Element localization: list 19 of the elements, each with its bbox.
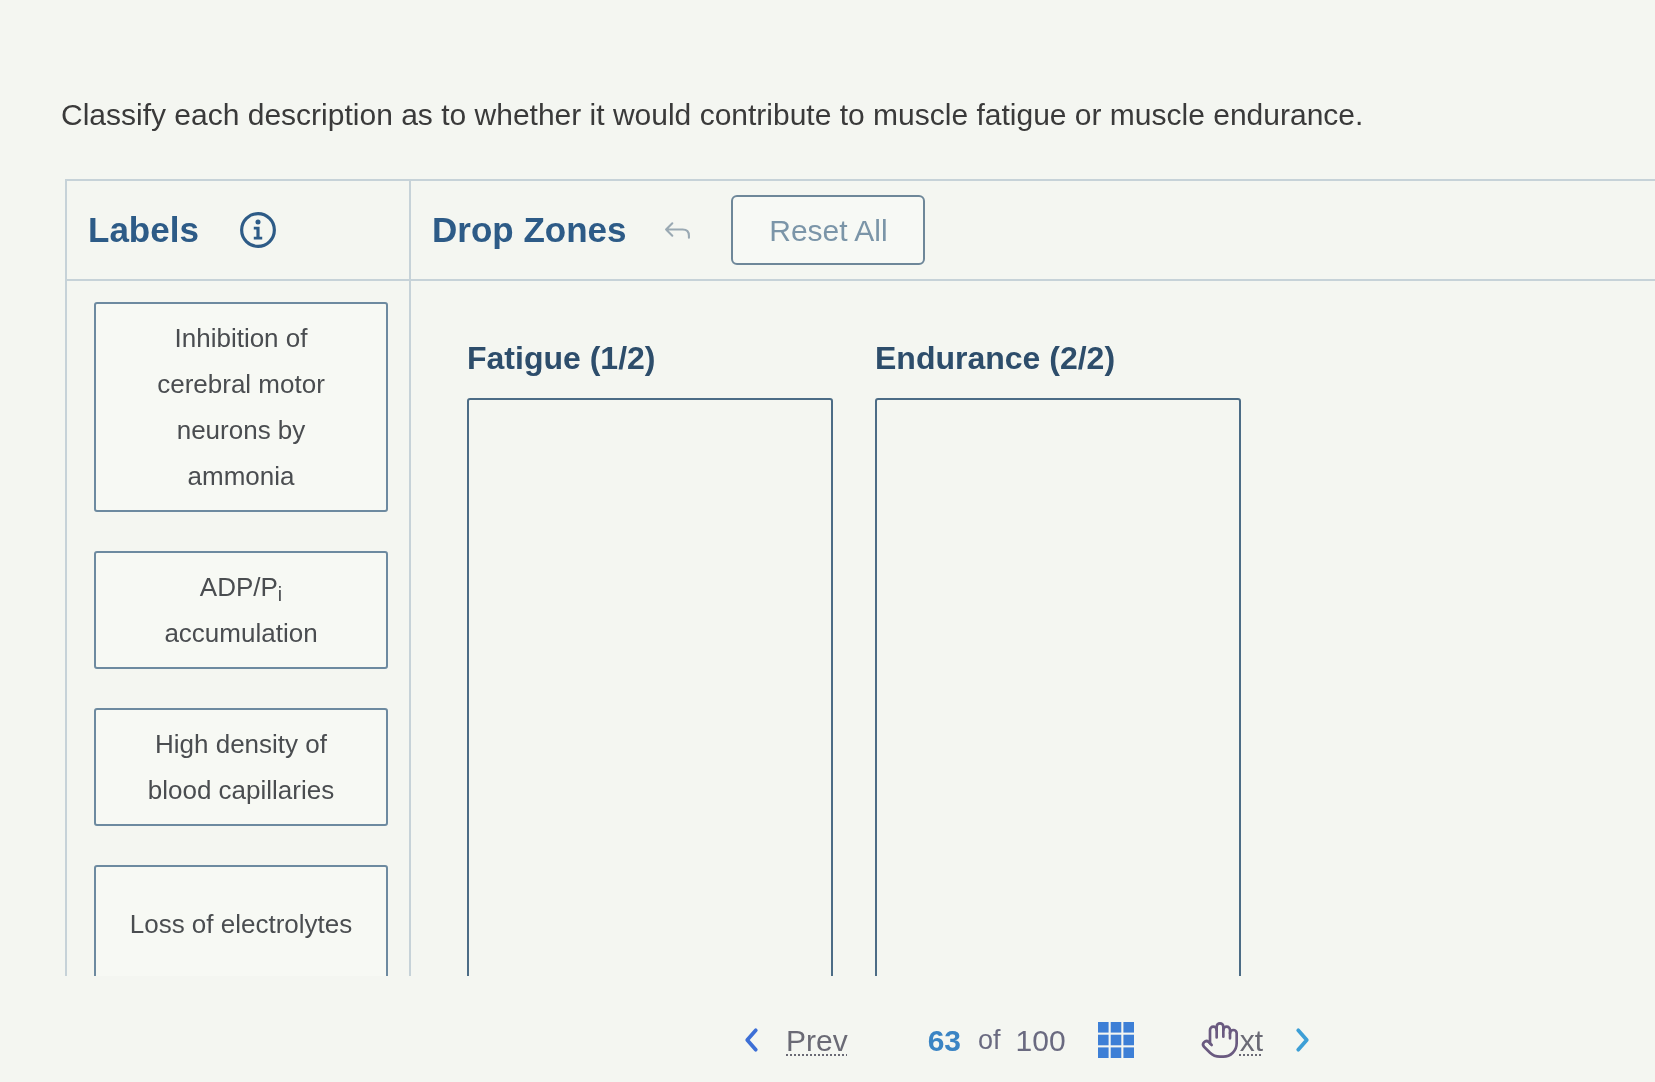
label-card[interactable]: ADP/P$_{i}$ accumulation (94, 551, 388, 669)
of-text: of (978, 1023, 1001, 1057)
chevron-right-icon (1295, 1027, 1310, 1053)
total-questions: 100 (1015, 1022, 1066, 1059)
zone-title: Endurance (2/2) (875, 339, 1116, 377)
zone-title: Fatigue (1/2) (467, 339, 656, 377)
label-card[interactable]: Loss of electrolytes (94, 865, 388, 976)
drop-zones-heading: Drop Zones (432, 208, 627, 251)
label-card[interactable]: High density of blood capillaries (94, 708, 388, 826)
labels-heading: Labels (88, 208, 199, 251)
prev-button[interactable]: Prev (744, 1017, 848, 1063)
question-text: Classify each description as to whether it would contribute to muscle fatigue or muscle endurance. (61, 97, 1364, 133)
grid-icon[interactable] (1097, 1022, 1134, 1058)
undo-icon[interactable] (664, 220, 692, 240)
info-icon[interactable] (238, 211, 277, 249)
label-card[interactable]: Inhibition of cerebral motor neurons by ammonia (94, 302, 388, 512)
chevron-left-icon (744, 1027, 759, 1053)
current-question-number: 63 (927, 1022, 962, 1059)
next-button[interactable]: xt (1239, 1017, 1310, 1063)
